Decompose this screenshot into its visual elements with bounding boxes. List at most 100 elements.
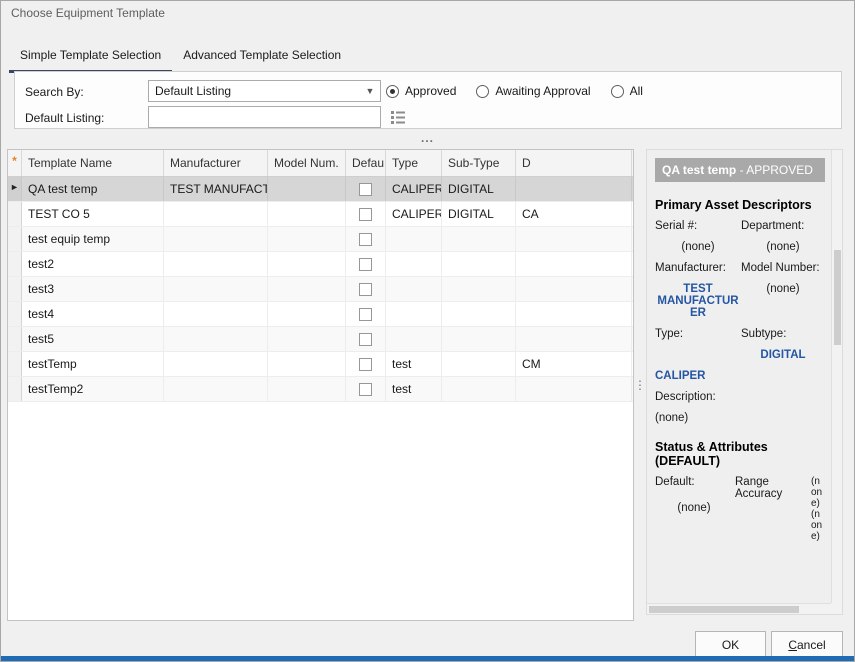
cell-sub-type: DIGITAL [442,202,516,226]
column-header-default[interactable]: Defau [346,150,386,176]
table-row[interactable]: test2 [8,252,633,277]
table-row[interactable]: testTemptestCM [8,352,633,377]
cell-model-num [268,177,346,201]
cell-default [346,177,386,201]
cell-template-name: TEST CO 5 [22,202,164,226]
detail-vertical-scrollbar[interactable] [831,150,842,605]
table-row[interactable]: test3 [8,277,633,302]
tab-simple-template-selection[interactable]: Simple Template Selection [9,41,172,73]
cell-manufacturer [164,377,268,401]
cell-template-name: test equip temp [22,227,164,251]
cell-type: test [386,377,442,401]
description-value: (none) [655,412,741,424]
cell-model-num [268,352,346,376]
cell-type: test [386,352,442,376]
table-row[interactable]: ►QA test tempTEST MANUFACTURERCALIPERDIG… [8,177,633,202]
primary-descriptors-fields: Serial #: Department: (none) (none) Manu… [655,220,825,424]
cell-sub-type [442,352,516,376]
default-checkbox[interactable] [359,258,372,271]
vertical-scrollbar-thumb[interactable] [834,250,841,345]
row-indicator [8,202,22,226]
column-header-type[interactable]: Type [386,150,442,176]
search-by-dropdown[interactable]: Default Listing ▼ [148,80,381,102]
table-row[interactable]: test5 [8,327,633,352]
horizontal-scrollbar-thumb[interactable] [649,606,799,613]
tab-advanced-template-selection[interactable]: Advanced Template Selection [172,41,352,73]
default-listing-input[interactable] [148,106,381,128]
status-attributes-fields: Default: (none) Range Accuracy (none)(no… [655,476,825,542]
search-by-selected-value: Default Listing [149,84,360,98]
search-panel: Search By: Default Listing ▼ Approved Awa… [14,71,842,129]
radio-approved[interactable]: Approved [386,84,456,98]
detail-approval-status: - APPROVED [736,163,813,177]
cell-manufacturer [164,302,268,326]
horizontal-splitter-grip[interactable]: ... [1,131,854,145]
radio-circle-icon [386,85,399,98]
tab-strip: Simple Template Selection Advanced Templ… [9,41,352,73]
chevron-down-icon[interactable]: ▼ [360,86,380,96]
range-accuracy-label: Range Accuracy [735,476,809,542]
grid-body: ►QA test tempTEST MANUFACTURERCALIPERDIG… [8,177,633,402]
cell-default [346,327,386,351]
model-number-value: (none) [741,283,825,319]
model-number-label: Model Number: [741,262,825,274]
cell-template-name: test4 [22,302,164,326]
row-indicator [8,252,22,276]
grid-header-row: *Template NameManufacturerModel Num.Defa… [8,150,633,177]
cell-description [516,377,632,401]
column-header-template-name[interactable]: Template Name [22,150,164,176]
detail-content: QA test temp - APPROVED Primary Asset De… [647,150,833,605]
radio-circle-icon [611,85,624,98]
detail-horizontal-scrollbar[interactable] [647,603,833,614]
cell-sub-type [442,377,516,401]
cell-type [386,227,442,251]
default-checkbox[interactable] [359,333,372,346]
subtype-label: Subtype: [741,328,825,340]
cell-type [386,252,442,276]
default-checkbox[interactable] [359,233,372,246]
row-indicator [8,352,22,376]
ok-button[interactable]: OK [695,631,766,657]
required-asterisk-indicator: * [8,150,22,176]
cell-default [346,252,386,276]
column-header-model-num[interactable]: Model Num. [268,150,346,176]
radio-label: Awaiting Approval [495,84,590,98]
template-grid: *Template NameManufacturerModel Num.Defa… [7,149,634,621]
radio-all[interactable]: All [611,84,643,98]
column-header-manufacturer[interactable]: Manufacturer [164,150,268,176]
cell-sub-type: DIGITAL [442,177,516,201]
default-checkbox[interactable] [359,358,372,371]
cancel-label-rest: ancel [797,638,826,652]
row-indicator [8,277,22,301]
table-row[interactable]: TEST CO 5CALIPERDIGITALCA [8,202,633,227]
table-row[interactable]: test4 [8,302,633,327]
search-by-label: Search By: [25,85,84,99]
cell-template-name: testTemp2 [22,377,164,401]
default-listing-label: Default Listing: [25,111,104,125]
table-row[interactable]: testTemp2 test [8,377,633,402]
default-label: Default: [655,476,733,488]
default-checkbox[interactable] [359,183,372,196]
description-label: Description: [655,391,741,403]
column-header-sub-type[interactable]: Sub-Type [442,150,516,176]
default-checkbox[interactable] [359,383,372,396]
template-detail-panel: QA test temp - APPROVED Primary Asset De… [646,149,843,615]
cell-manufacturer [164,277,268,301]
listing-lookup-icon[interactable] [388,108,408,126]
cancel-accesskey: C [788,638,797,652]
default-checkbox[interactable] [359,308,372,321]
cell-description [516,302,632,326]
range-accuracy-value: (none)(none) [811,476,823,542]
radio-awaiting-approval[interactable]: Awaiting Approval [476,84,590,98]
vertical-splitter-grip[interactable]: ⋮ [634,149,646,621]
cancel-button[interactable]: Cancel [771,631,843,657]
table-row[interactable]: test equip temp [8,227,633,252]
row-indicator [8,327,22,351]
choose-equipment-template-dialog: Choose Equipment Template Simple Templat… [0,0,855,662]
column-header-description[interactable]: D [516,150,632,176]
cell-description [516,277,632,301]
window-title: Choose Equipment Template [11,6,165,20]
radio-circle-icon [476,85,489,98]
default-checkbox[interactable] [359,208,372,221]
default-checkbox[interactable] [359,283,372,296]
